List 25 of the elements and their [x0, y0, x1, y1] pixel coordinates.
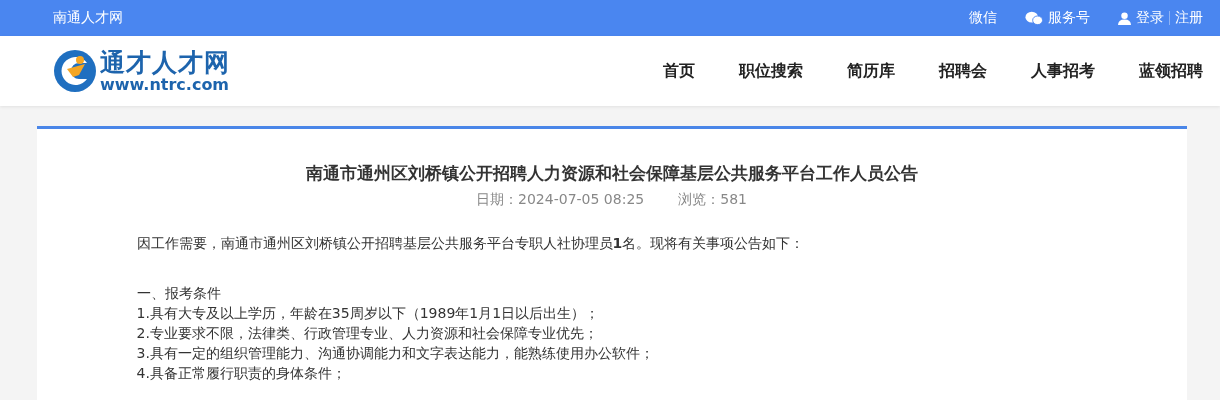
register-link[interactable]: 注册 [1175, 9, 1203, 27]
nav-link[interactable]: 招聘会 [939, 60, 987, 82]
intro-paragraph: 因工作需要，南通市通州区刘桥镇公开招聘基层公共服务平台专职人社协理员1名。现将有关事项公告如下： [136, 234, 806, 253]
top-link[interactable]: 微信 [969, 9, 997, 27]
nav-link[interactable]: 首页 [663, 60, 695, 82]
logo-url: www.ntrc.com [100, 76, 230, 93]
top-link[interactable]: 服务号 [1025, 9, 1090, 27]
site-name[interactable]: 南通人才网 [53, 9, 123, 27]
nav-link[interactable]: 蓝领招聘 [1139, 60, 1203, 82]
condition-item: 4.具备正常履行职责的身体条件； [136, 364, 347, 383]
logo-name: 通才人才网 [100, 49, 230, 75]
nav-link[interactable]: 人事招考 [1031, 60, 1095, 82]
article-date: 日期：2024-07-05 08:25 [476, 191, 645, 209]
view-count: 浏览：581 [678, 191, 747, 209]
nav-link[interactable]: 职位搜索 [739, 60, 803, 82]
section-heading: 一、报考条件 [136, 284, 222, 303]
condition-item: 3.具有一定的组织管理能力、沟通协调能力和文字表达能力，能熟练使用办公软件； [136, 344, 655, 363]
nav-link[interactable]: 简历库 [847, 60, 895, 82]
condition-item: 2.专业要求不限，法律类、行政管理专业、人力资源和社会保障专业优先； [136, 324, 599, 343]
condition-item: 1.具有大专及以上学历，年龄在35周岁以下（1989年1月1日以后出生）； [136, 304, 601, 323]
login-link[interactable]: 登录 [1136, 9, 1164, 27]
logo-icon [53, 49, 97, 93]
article-title: 南通市通州区刘桥镇公开招聘人力资源和社会保障基层公共服务平台工作人员公告 [304, 162, 919, 185]
chat-bubbles-icon [1025, 10, 1043, 26]
user-icon [1118, 11, 1131, 25]
